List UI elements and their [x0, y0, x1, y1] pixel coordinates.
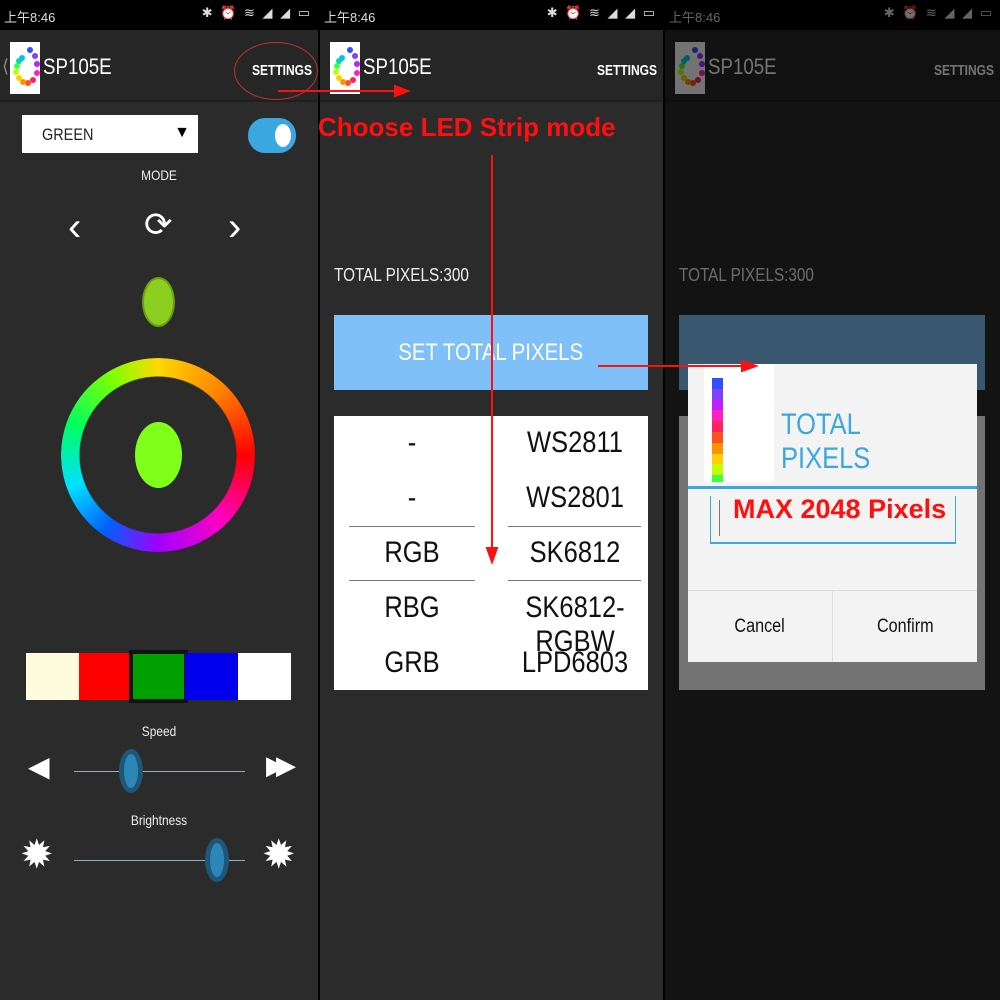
max-pixels-annotation: MAX 2048 Pixels [733, 494, 947, 524]
arrow-head [741, 359, 759, 373]
arrow-head [485, 547, 499, 565]
arrow-head [394, 84, 411, 98]
